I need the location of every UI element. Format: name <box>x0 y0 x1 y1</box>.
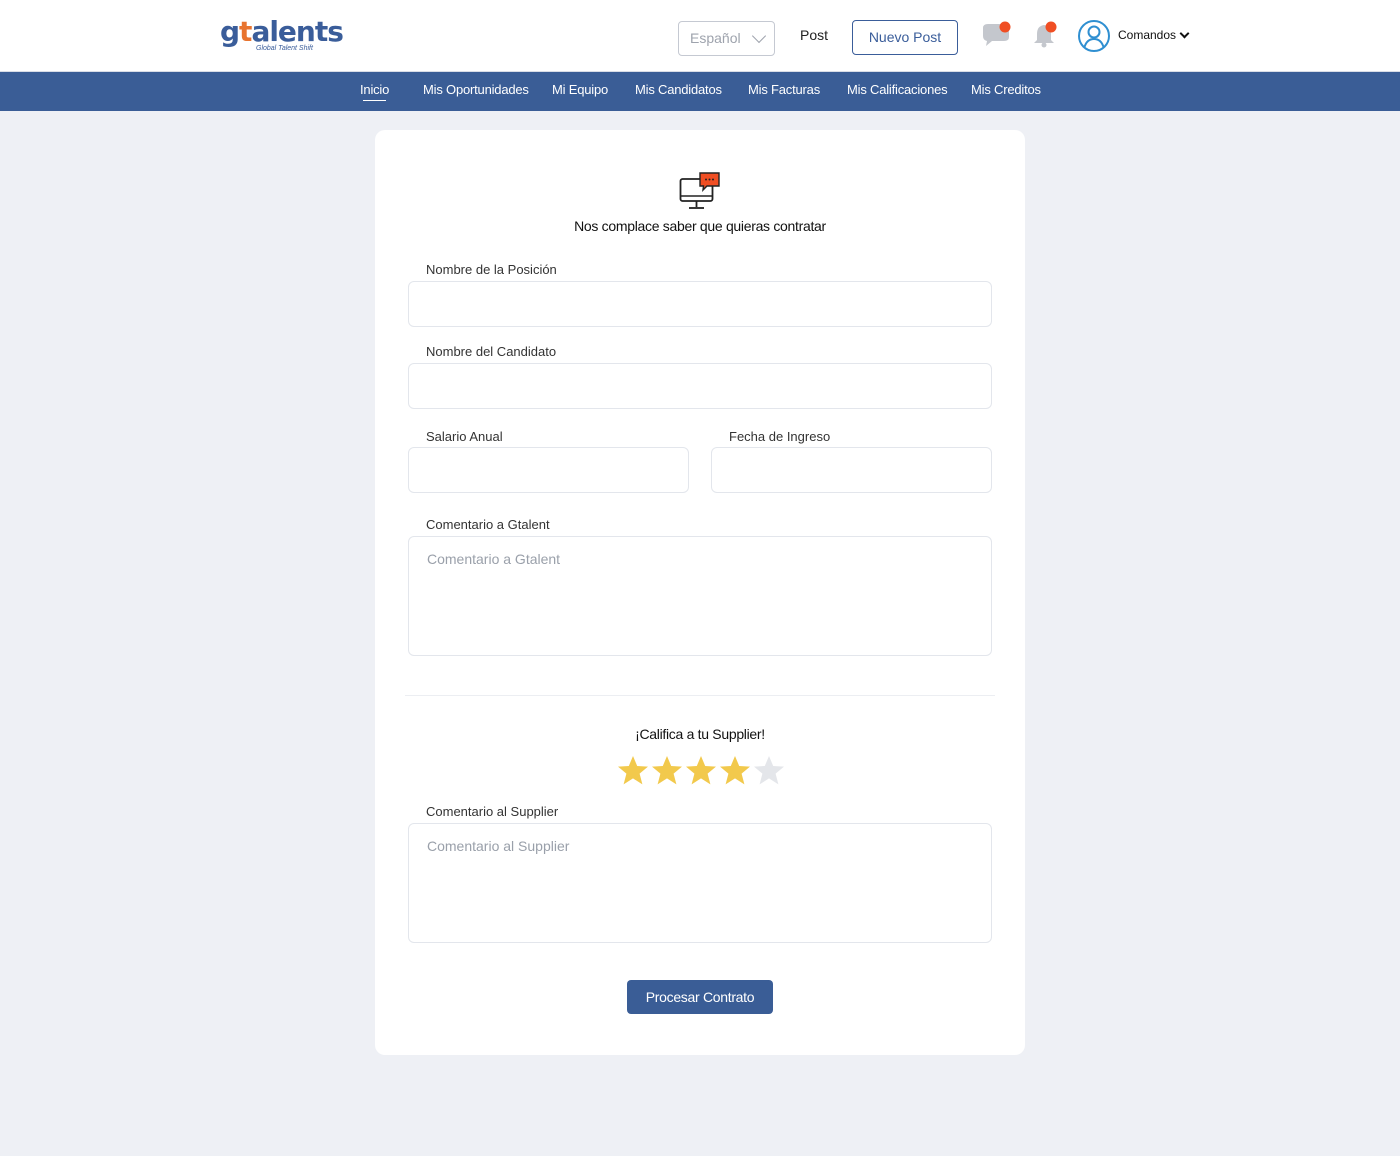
process-contract-button[interactable]: Procesar Contrato <box>627 980 773 1014</box>
post-link[interactable]: Post <box>800 27 828 43</box>
monitor-chat-icon <box>679 171 721 211</box>
bell-icon[interactable] <box>1030 19 1060 49</box>
salary-label: Salario Anual <box>426 429 503 444</box>
position-label: Nombre de la Posición <box>426 262 557 277</box>
star-rating[interactable] <box>616 754 786 788</box>
gtalent-comment-placeholder: Comentario a Gtalent <box>427 551 561 567</box>
rating-title: ¡Califica a tu Supplier! <box>635 726 765 742</box>
chevron-down-icon <box>1179 28 1190 38</box>
logo-wordmark: gtalents <box>220 15 344 48</box>
language-select[interactable]: Español <box>678 21 775 56</box>
new-post-button[interactable]: Nuevo Post <box>852 20 958 55</box>
language-select-value: Español <box>690 30 741 46</box>
nav-item-mis-oportunidades[interactable]: Mis Oportunidades <box>423 82 529 97</box>
form-title: Nos complace saber que quieras contratar <box>574 218 826 234</box>
star-icon[interactable] <box>684 754 718 788</box>
start-date-label: Fecha de Ingreso <box>729 429 831 444</box>
start-date-input[interactable] <box>711 447 992 493</box>
user-menu[interactable]: Comandos <box>1118 28 1190 42</box>
star-icon[interactable] <box>752 754 786 788</box>
nav-item-mis-calificaciones[interactable]: Mis Calificaciones <box>847 82 948 97</box>
top-header: gtalents Global Talent Shift Español Pos… <box>0 0 1400 72</box>
nav-item-mis-facturas[interactable]: Mis Facturas <box>748 82 820 97</box>
gtalent-comment-label: Comentario a Gtalent <box>426 517 550 532</box>
gtalent-comment-textarea[interactable]: Comentario a Gtalent <box>408 536 992 656</box>
user-avatar-icon[interactable] <box>1077 19 1111 53</box>
nav-item-mi-equipo[interactable]: Mi Equipo <box>552 82 608 97</box>
gtalents-logo[interactable]: gtalents Global Talent Shift <box>220 15 344 56</box>
star-icon[interactable] <box>650 754 684 788</box>
candidate-label: Nombre del Candidato <box>426 344 557 359</box>
position-input[interactable] <box>408 281 992 327</box>
user-menu-label: Comandos <box>1118 28 1177 42</box>
chat-icon[interactable] <box>980 20 1014 50</box>
star-icon[interactable] <box>616 754 650 788</box>
main-nav: Inicio Mis Oportunidades Mi Equipo Mis C… <box>0 72 1400 111</box>
nav-item-mis-candidatos[interactable]: Mis Candidatos <box>635 82 722 97</box>
star-icon[interactable] <box>718 754 752 788</box>
supplier-comment-placeholder: Comentario al Supplier <box>427 838 570 854</box>
supplier-comment-textarea[interactable]: Comentario al Supplier <box>408 823 992 943</box>
nav-item-mis-creditos[interactable]: Mis Creditos <box>971 82 1041 97</box>
section-divider <box>405 695 995 696</box>
chevron-down-icon <box>751 28 767 44</box>
supplier-comment-label: Comentario al Supplier <box>426 804 559 819</box>
hire-form-card: Nos complace saber que quieras contratar… <box>375 130 1025 1055</box>
salary-input[interactable] <box>408 447 689 493</box>
candidate-input[interactable] <box>408 363 992 409</box>
nav-item-inicio[interactable]: Inicio <box>360 82 389 101</box>
logo-tagline: Global Talent Shift <box>256 45 313 52</box>
